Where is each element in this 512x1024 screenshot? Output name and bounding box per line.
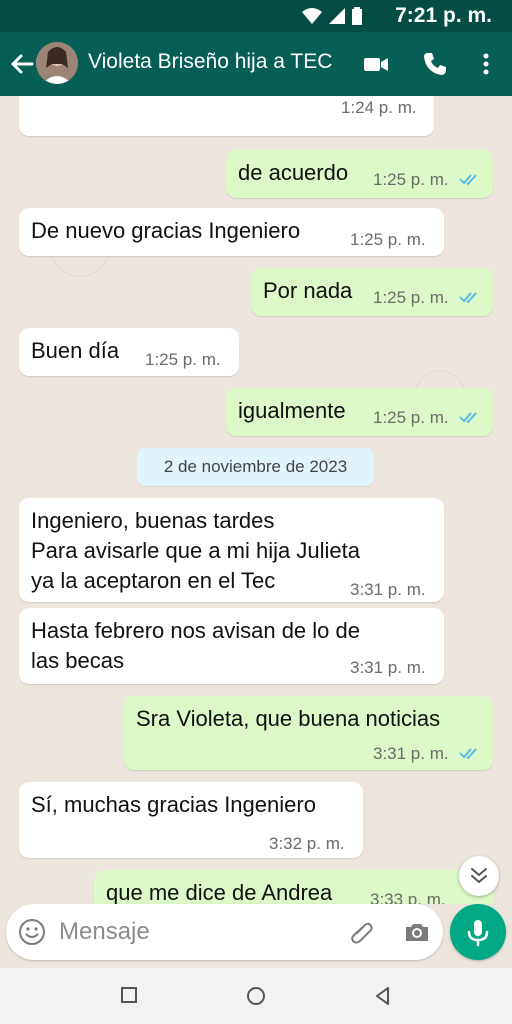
status-icons — [302, 7, 362, 25]
message-time: 3:31 p. m. — [373, 744, 449, 763]
message-time: 3:31 p. m. — [350, 658, 426, 677]
message-time: 1:25 p. m. — [145, 350, 221, 369]
message-bubble-outgoing[interactable]: Por nada 1:25 p. m. — [251, 268, 493, 316]
signal-icon — [329, 8, 345, 24]
status-time: 7:21 p. m. — [395, 4, 492, 27]
message-text: De nuevo gracias Ingeniero — [31, 218, 301, 243]
back-arrow-icon[interactable] — [8, 50, 36, 78]
more-options-icon[interactable] — [472, 50, 500, 78]
message-text: Sra Violeta, que buena noticias — [136, 706, 441, 731]
message-bubble-incoming[interactable]: Hasta febrero nos avisan de lo de las be… — [19, 608, 444, 684]
double-check-read-icon — [459, 292, 478, 304]
video-call-icon[interactable] — [362, 50, 390, 78]
message-meta: 3:31 p. m. — [373, 744, 481, 764]
attach-icon[interactable] — [348, 918, 376, 946]
mic-icon — [467, 920, 489, 947]
double-check-read-icon — [459, 412, 478, 424]
message-time: 3:32 p. m. — [269, 834, 345, 853]
message-text: igualmente — [238, 398, 346, 423]
contact-name[interactable]: Violeta Briseño hija a TEC — [88, 50, 332, 74]
message-text: de acuerdo — [238, 160, 349, 185]
message-time: 1:25 p. m. — [373, 408, 449, 427]
chevron-double-down-icon — [471, 868, 487, 883]
message-text: Ingeniero, buenas tardes Para avisarle q… — [31, 508, 360, 593]
message-bubble-incoming[interactable]: Sí, muchas gracias Ingeniero 3:32 p. m. — [19, 782, 363, 858]
camera-icon[interactable] — [403, 918, 431, 946]
chat-area[interactable]: 1:24 p. m. de acuerdo 1:25 p. m. De nuev… — [0, 96, 512, 904]
message-meta: 1:25 p. m. — [373, 408, 481, 428]
message-meta: 1:25 p. m. — [373, 288, 481, 308]
wifi-icon — [302, 8, 322, 24]
message-text: Sí, muchas gracias Ingeniero — [31, 792, 316, 817]
message-time: 3:33 p. m. — [370, 890, 446, 904]
message-input[interactable]: Mensaje — [59, 918, 150, 946]
message-time: 1:25 p. m. — [373, 288, 449, 307]
status-bar: 7:21 p. m. — [0, 0, 512, 32]
message-text: que me dice de Andrea — [106, 880, 333, 904]
message-bubble-outgoing[interactable]: de acuerdo 1:25 p. m. — [226, 150, 493, 198]
message-time: 3:31 p. m. — [350, 580, 426, 599]
message-text: Hasta febrero nos avisan de lo de las be… — [31, 618, 360, 673]
phone-icon[interactable] — [421, 50, 449, 78]
emoji-icon[interactable] — [18, 918, 46, 946]
double-check-read-icon — [459, 748, 478, 760]
voice-message-button[interactable] — [450, 904, 506, 960]
recents-icon[interactable] — [116, 982, 144, 1010]
chat-header: Violeta Briseño hija a TEC — [0, 32, 512, 96]
message-time: 1:25 p. m. — [350, 230, 426, 249]
home-icon[interactable] — [242, 982, 270, 1010]
back-icon[interactable] — [369, 982, 397, 1010]
double-check-read-icon — [459, 174, 478, 186]
avatar-image — [36, 42, 78, 84]
message-bubble-outgoing[interactable]: Sra Violeta, que buena noticias 3:31 p. … — [124, 696, 493, 770]
date-separator: 2 de noviembre de 2023 — [137, 448, 374, 486]
message-bubble-incoming[interactable]: Buen día 1:25 p. m. — [19, 328, 239, 376]
message-bubble-incoming[interactable]: 1:24 p. m. — [19, 96, 434, 136]
message-text: Por nada — [263, 278, 353, 303]
message-bubble-incoming[interactable]: Ingeniero, buenas tardes Para avisarle q… — [19, 498, 444, 602]
message-bubble-incoming[interactable]: De nuevo gracias Ingeniero 1:25 p. m. — [19, 208, 444, 256]
avatar[interactable] — [36, 42, 78, 84]
message-time: 1:24 p. m. — [341, 98, 417, 117]
message-bubble-outgoing[interactable]: que me dice de Andrea 3:33 p. m. — [94, 870, 493, 904]
message-composer[interactable]: Mensaje — [6, 904, 443, 960]
message-meta: 1:25 p. m. — [373, 170, 481, 190]
message-text: Buen día — [31, 338, 120, 363]
battery-icon — [352, 7, 362, 25]
system-nav-bar — [0, 968, 512, 1024]
message-time: 1:25 p. m. — [373, 170, 449, 189]
message-bubble-outgoing[interactable]: igualmente 1:25 p. m. — [226, 388, 493, 436]
scroll-to-bottom-button[interactable] — [459, 856, 499, 896]
